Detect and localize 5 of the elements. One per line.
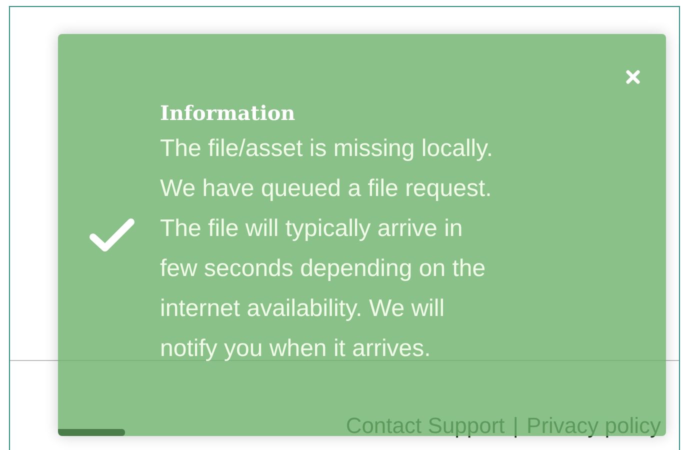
check-icon <box>88 217 136 253</box>
toast-message: The file/asset is missing locally. We have queued a file request. The file will typically arrive in few seconds depending on the internet availability. We will notify you when it arrives. <box>160 134 494 364</box>
close-icon[interactable] <box>626 70 640 84</box>
footer-separator: | <box>512 413 519 439</box>
toast-title: Information <box>160 101 296 125</box>
